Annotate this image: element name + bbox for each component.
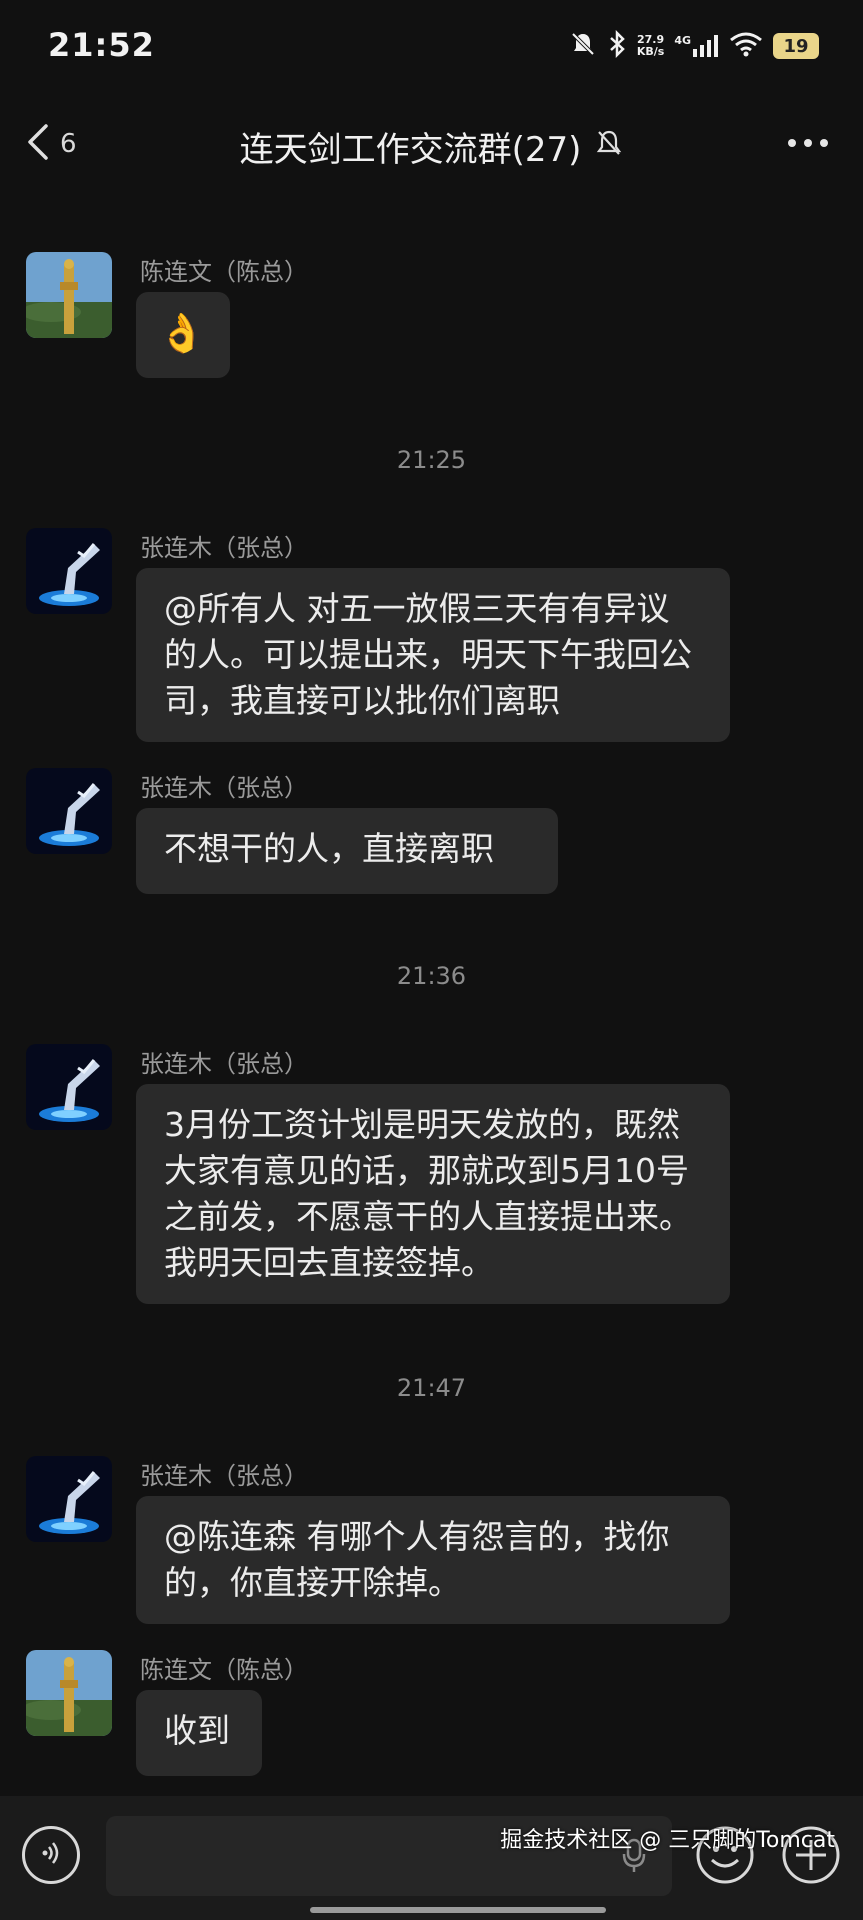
timestamp: 21:25 [396, 446, 467, 474]
more-options-button[interactable] [783, 122, 833, 162]
sender-name: 张连木（张总） [140, 1050, 308, 1078]
avatar-zhang[interactable] [26, 528, 112, 614]
sender-name: 张连木（张总） [140, 1462, 308, 1490]
battery-indicator: 19 [773, 33, 819, 59]
message-bubble[interactable]: 收到 [136, 1690, 262, 1776]
sender-name: 陈连文（陈总） [140, 1656, 308, 1684]
network-speed: 27.9 KB/s [636, 33, 665, 58]
avatar-chen[interactable] [26, 1650, 112, 1736]
home-indicator[interactable] [310, 1907, 606, 1913]
plus-icon [780, 1826, 842, 1890]
message-bubble[interactable]: 3月份工资计划是明天发放的，既然大家有意见的话，那就改到5月10号之前发，不愿意… [136, 1084, 730, 1304]
avatar-zhang[interactable] [26, 1456, 112, 1542]
sender-name: 陈连文（陈总） [140, 258, 308, 286]
message-item: 张连木（张总） 3月份工资计划是明天发放的，既然大家有意见的话，那就改到5月10… [26, 1044, 746, 1304]
avatar-zhang[interactable] [26, 768, 112, 854]
more-dots-icon [787, 133, 829, 152]
chat-title-container: 连天剑工作交流群(27) [0, 122, 863, 171]
message-item: 陈连文（陈总） 收到 [26, 1650, 746, 1780]
sender-name: 张连木（张总） [140, 534, 308, 562]
voice-toggle-button[interactable] [22, 1826, 80, 1884]
chat-header: 6 连天剑工作交流群(27) [0, 92, 863, 196]
signal-icon: 4G [674, 35, 719, 57]
message-item: 张连木（张总） @陈连森 有哪个人有怨言的，找你的，你直接开除掉。 [26, 1456, 746, 1626]
message-bubble[interactable]: 不想干的人，直接离职 [136, 808, 558, 894]
sender-name: 张连木（张总） [140, 774, 308, 802]
message-item: 张连木（张总） @所有人 对五一放假三天有有异议的人。可以提出来，明天下午我回公… [26, 528, 746, 742]
wifi-icon [729, 31, 763, 61]
muted-bell-icon [595, 127, 623, 167]
voice-wave-icon [38, 1840, 64, 1870]
input-bar [0, 1796, 863, 1920]
message-bubble[interactable]: 👌 [136, 292, 230, 378]
status-bar: 21:52 27.9 KB/s 4G 19 [0, 0, 863, 92]
mute-bell-icon [569, 30, 597, 62]
chat-title[interactable]: 连天剑工作交流群(27) [240, 122, 582, 171]
avatar-chen[interactable] [26, 252, 112, 338]
timestamp: 21:36 [396, 962, 467, 990]
avatar-zhang[interactable] [26, 1044, 112, 1130]
bluetooth-icon [607, 29, 627, 62]
status-time: 21:52 [48, 26, 155, 64]
status-icons: 27.9 KB/s 4G 19 [569, 26, 819, 66]
timestamp: 21:47 [396, 1374, 467, 1402]
emoji-face-icon [694, 1826, 756, 1890]
message-item: 张连木（张总） 不想干的人，直接离职 [26, 768, 746, 898]
watermark: 掘金技术社区 @ 三只脚的Tomcat [500, 1828, 835, 1853]
message-bubble[interactable]: @所有人 对五一放假三天有有异议的人。可以提出来，明天下午我回公司，我直接可以批… [136, 568, 730, 742]
message-item: 陈连文（陈总） 👌 [26, 252, 746, 382]
message-bubble[interactable]: @陈连森 有哪个人有怨言的，找你的，你直接开除掉。 [136, 1496, 730, 1624]
